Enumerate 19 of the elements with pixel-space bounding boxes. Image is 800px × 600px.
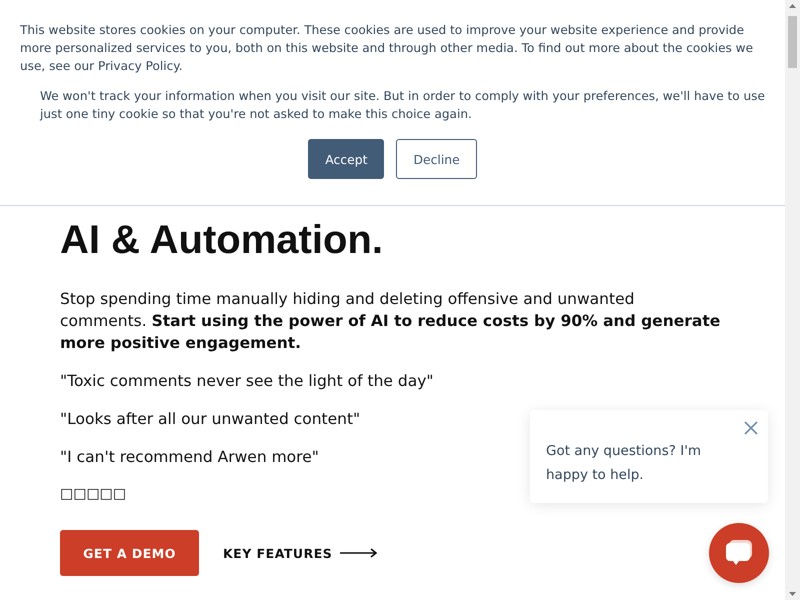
chat-bubbles-icon xyxy=(724,539,754,567)
testimonial-quote: "Toxic comments never see the light of the day" xyxy=(60,371,434,392)
testimonial-quote: "I can't recommend Arwen more" xyxy=(60,447,319,468)
scrollbar-thumb[interactable] xyxy=(788,16,797,68)
chat-button[interactable] xyxy=(709,523,769,583)
close-icon[interactable] xyxy=(744,421,758,435)
scrollbar[interactable] xyxy=(785,0,800,600)
accept-button[interactable]: Accept xyxy=(308,139,384,179)
key-features-link[interactable]: KEY FEATURES xyxy=(223,546,378,560)
rating-text: □□□□□ xyxy=(60,485,126,504)
decline-button[interactable]: Decline xyxy=(396,139,477,179)
testimonial-quote: "Looks after all our unwanted content" xyxy=(60,409,360,430)
arrow-icon xyxy=(340,548,378,558)
hero-heading: AI & Automation. xyxy=(60,217,384,264)
cookie-notice-text: This website stores cookies on your computer. These cookies are used to improve your website experience and provide more personalized services to you, both on this website and through other media. To find out more about the cookies we use, see our Privacy Policy. xyxy=(20,22,754,75)
intro-paragraph: Stop spending time manually hiding and deleting offensive and unwanted comments. Start using the power of AI to reduce costs by 90% and generate more positive engagement. xyxy=(60,289,722,354)
get-demo-button[interactable]: GET A DEMO xyxy=(60,530,199,576)
chat-message: Got any questions? I'm happy to help. xyxy=(546,442,702,485)
cookie-notice-text: We won't track your information when you visit our site. But in order to comply with your preferences, we'll have to use just one tiny cookie so that you're not asked to make this choice again. xyxy=(40,88,765,123)
